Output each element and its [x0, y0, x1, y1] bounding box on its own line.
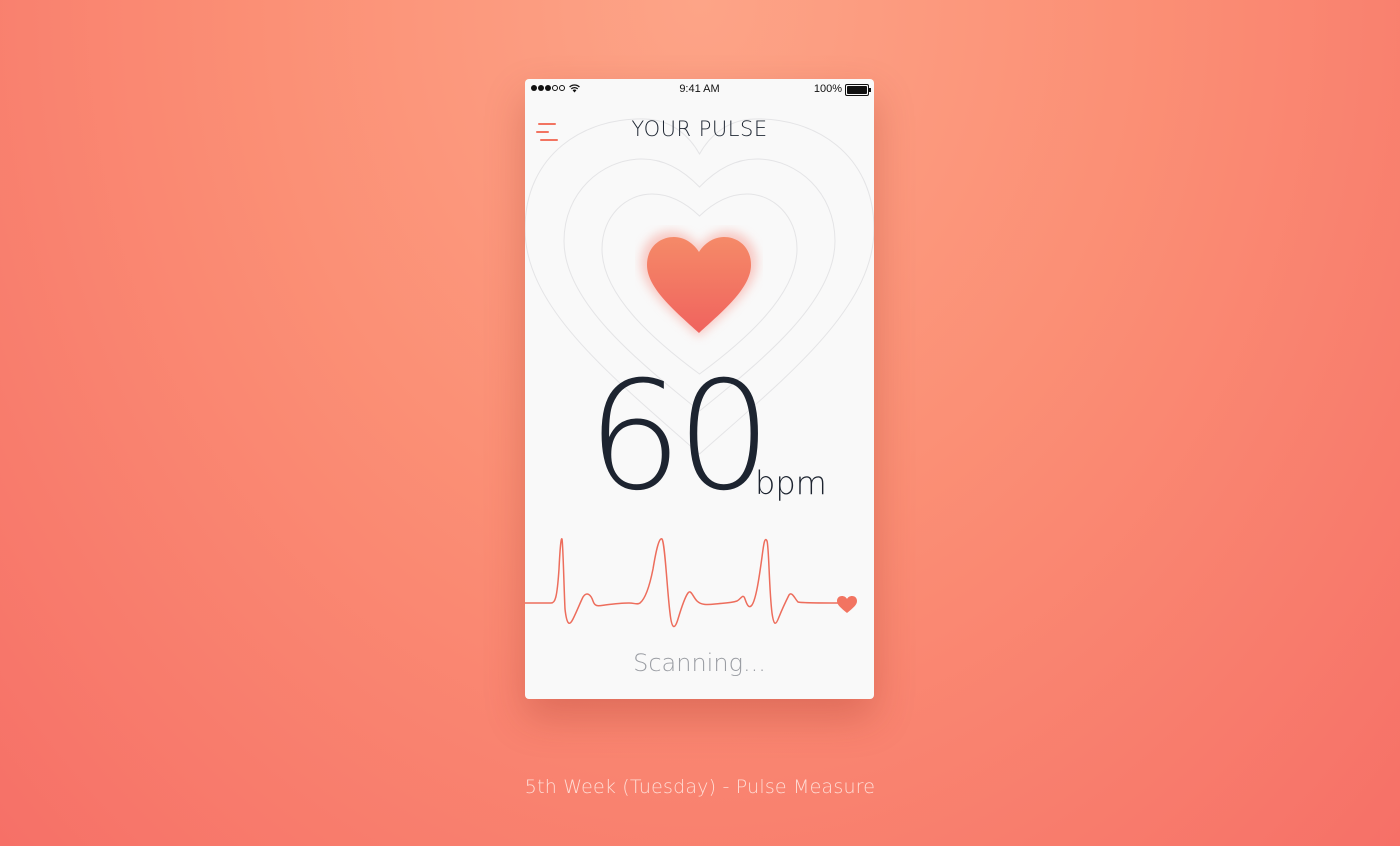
- pulse-value: 60: [587, 350, 772, 524]
- pulse-unit: bpm: [755, 464, 827, 502]
- scan-status: Scanning...: [633, 649, 766, 677]
- caption-text: 5th Week (Tuesday) - Pulse Measure: [524, 776, 876, 798]
- page-title: YOUR PULSE: [631, 117, 768, 141]
- heart-icon: [641, 231, 757, 337]
- phone-screen: 9:41 AM 100% YOUR PULSE 60 bpm Scanning.…: [525, 79, 874, 699]
- pulse-marker-heart-icon: [837, 596, 857, 613]
- ecg-waveform: [525, 538, 857, 628]
